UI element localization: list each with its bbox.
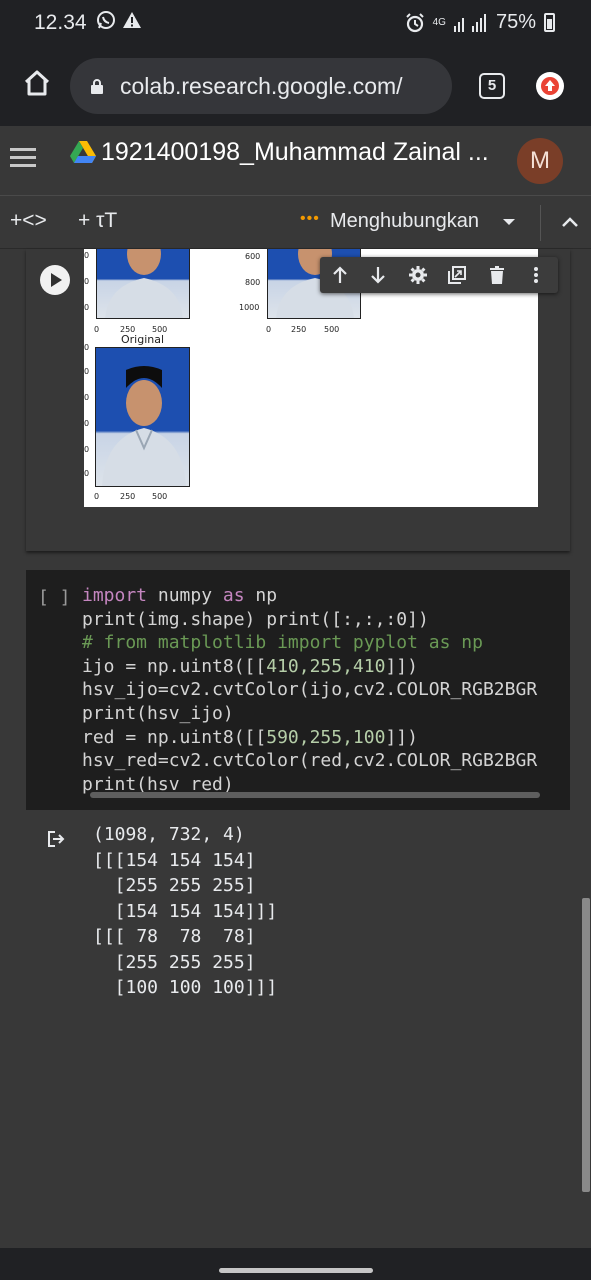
tick-label: 0 [84, 343, 90, 352]
tick-label: 0 [94, 325, 100, 334]
battery-icon [544, 13, 555, 32]
code-comment: # from matplotlib import pyplot as np [82, 632, 483, 654]
warning-icon [122, 12, 141, 28]
status-indicators: 4G 75% [405, 11, 555, 34]
insert-code-button[interactable]: +<> [10, 209, 47, 233]
tick-label: 0 [266, 325, 272, 334]
chevron-up-icon[interactable] [560, 212, 580, 232]
tick-label: 0 [84, 445, 90, 454]
tick-label: 500 [152, 492, 168, 501]
more-vert-icon[interactable] [526, 265, 546, 285]
menu-icon[interactable] [10, 148, 36, 172]
tick-label: 0 [84, 419, 90, 428]
output-line: [255 255 255] [93, 951, 256, 973]
avatar[interactable]: M [517, 138, 563, 184]
tick-label: 0 [84, 393, 90, 402]
notebook-header: 1921400198_Muhammad Zainal ... M [0, 126, 591, 196]
alarm-icon [405, 12, 424, 32]
image-panel-1 [96, 249, 190, 319]
panel-title: Original [121, 333, 165, 346]
output-line: [[[ 78 78 78] [93, 926, 256, 947]
insert-text-button[interactable]: + τT [78, 209, 117, 233]
notebook-title[interactable]: 1921400198_Muhammad Zainal ... [101, 138, 501, 167]
move-up-icon[interactable] [330, 265, 350, 285]
output-line: (1098, 732, 4) [93, 824, 245, 845]
code-line: hsv_red=cv2.cvtColor(red,cv2.COLOR_RGB2B… [82, 750, 538, 772]
tick-label: 500 [324, 325, 340, 334]
tick-label: 0 [94, 492, 100, 501]
chevron-down-icon[interactable] [503, 219, 515, 225]
lock-icon [91, 79, 103, 94]
code-line: hsv_ijo=cv2.cvtColor(ijo,cv2.COLOR_RGB2B… [82, 679, 538, 701]
run-cell-button[interactable] [40, 265, 70, 295]
image-panel-original [95, 347, 190, 487]
signal-icon [453, 13, 486, 32]
network-type: 4G [432, 16, 446, 28]
output-line: [100 100 100]]] [93, 977, 278, 998]
tick-label: 0 [84, 367, 90, 376]
photo-person-icon [105, 249, 183, 318]
photo-person-icon [102, 366, 186, 486]
divider [540, 205, 541, 241]
tick-label: 0 [84, 277, 90, 286]
system-nav-bar [0, 1248, 591, 1280]
gear-icon[interactable] [408, 265, 428, 285]
status-bar: 12.34 4G 75% [0, 0, 591, 46]
output-line: [154 154 154]]] [93, 900, 278, 922]
battery-percent: 75% [495, 11, 536, 33]
tick-label: 250 [291, 325, 307, 334]
execution-count: [ ] [38, 587, 71, 608]
tick-label: 600 [245, 252, 261, 261]
tab-switcher-button[interactable]: 5 [479, 73, 505, 99]
delete-icon[interactable] [487, 265, 507, 285]
connection-status[interactable]: Menghubungkan [330, 210, 479, 233]
url-bar[interactable]: colab.research.google.com/ [70, 58, 452, 114]
output-line: [255 255 255] [93, 875, 256, 896]
code-line: import numpy as np [82, 585, 278, 606]
tick-label: 0 [84, 303, 90, 312]
home-gesture-bar[interactable] [219, 1268, 373, 1273]
code-line: print(hsv_ijo) [82, 702, 234, 724]
code-line: ijo = np.uint8([[410,255,410]]) [82, 655, 418, 677]
tick-label: 800 [245, 278, 261, 287]
home-icon[interactable] [22, 68, 52, 98]
google-drive-icon [70, 141, 96, 163]
notebook-toolbar: +<> + τT ••• Menghubungkan [0, 197, 591, 249]
mirror-cell-icon[interactable] [447, 265, 467, 285]
browser-toolbar: colab.research.google.com/ 5 [0, 46, 591, 126]
url-text: colab.research.google.com/ [120, 73, 403, 99]
connecting-indicator: ••• [300, 210, 320, 227]
move-down-icon[interactable] [368, 265, 388, 285]
tick-label: 250 [120, 492, 136, 501]
whatsapp-icon [97, 11, 115, 29]
tick-label: 0 [84, 251, 90, 260]
notification-icons [96, 10, 142, 33]
cell-toolbar [320, 257, 558, 293]
horizontal-scrollbar[interactable] [90, 792, 540, 798]
tick-label: 1000 [239, 303, 260, 312]
update-icon[interactable] [536, 72, 564, 100]
output-line: [[[154 154 154] [93, 849, 256, 871]
code-line: print(img.shape) print([:,:,:0]) [82, 608, 429, 630]
code-editor[interactable]: import numpy as np print(img.shape) print… [82, 584, 562, 796]
tick-label: 0 [84, 469, 90, 478]
output-redirect-icon[interactable] [46, 829, 66, 849]
vertical-scrollbar[interactable] [582, 898, 590, 1192]
cell-output: (1098, 732, 4) [[[154 154 154] [255 255 2… [93, 822, 277, 1001]
code-line: red = np.uint8([[590,255,100]]) [82, 726, 418, 748]
clock: 12.34 [34, 11, 87, 34]
